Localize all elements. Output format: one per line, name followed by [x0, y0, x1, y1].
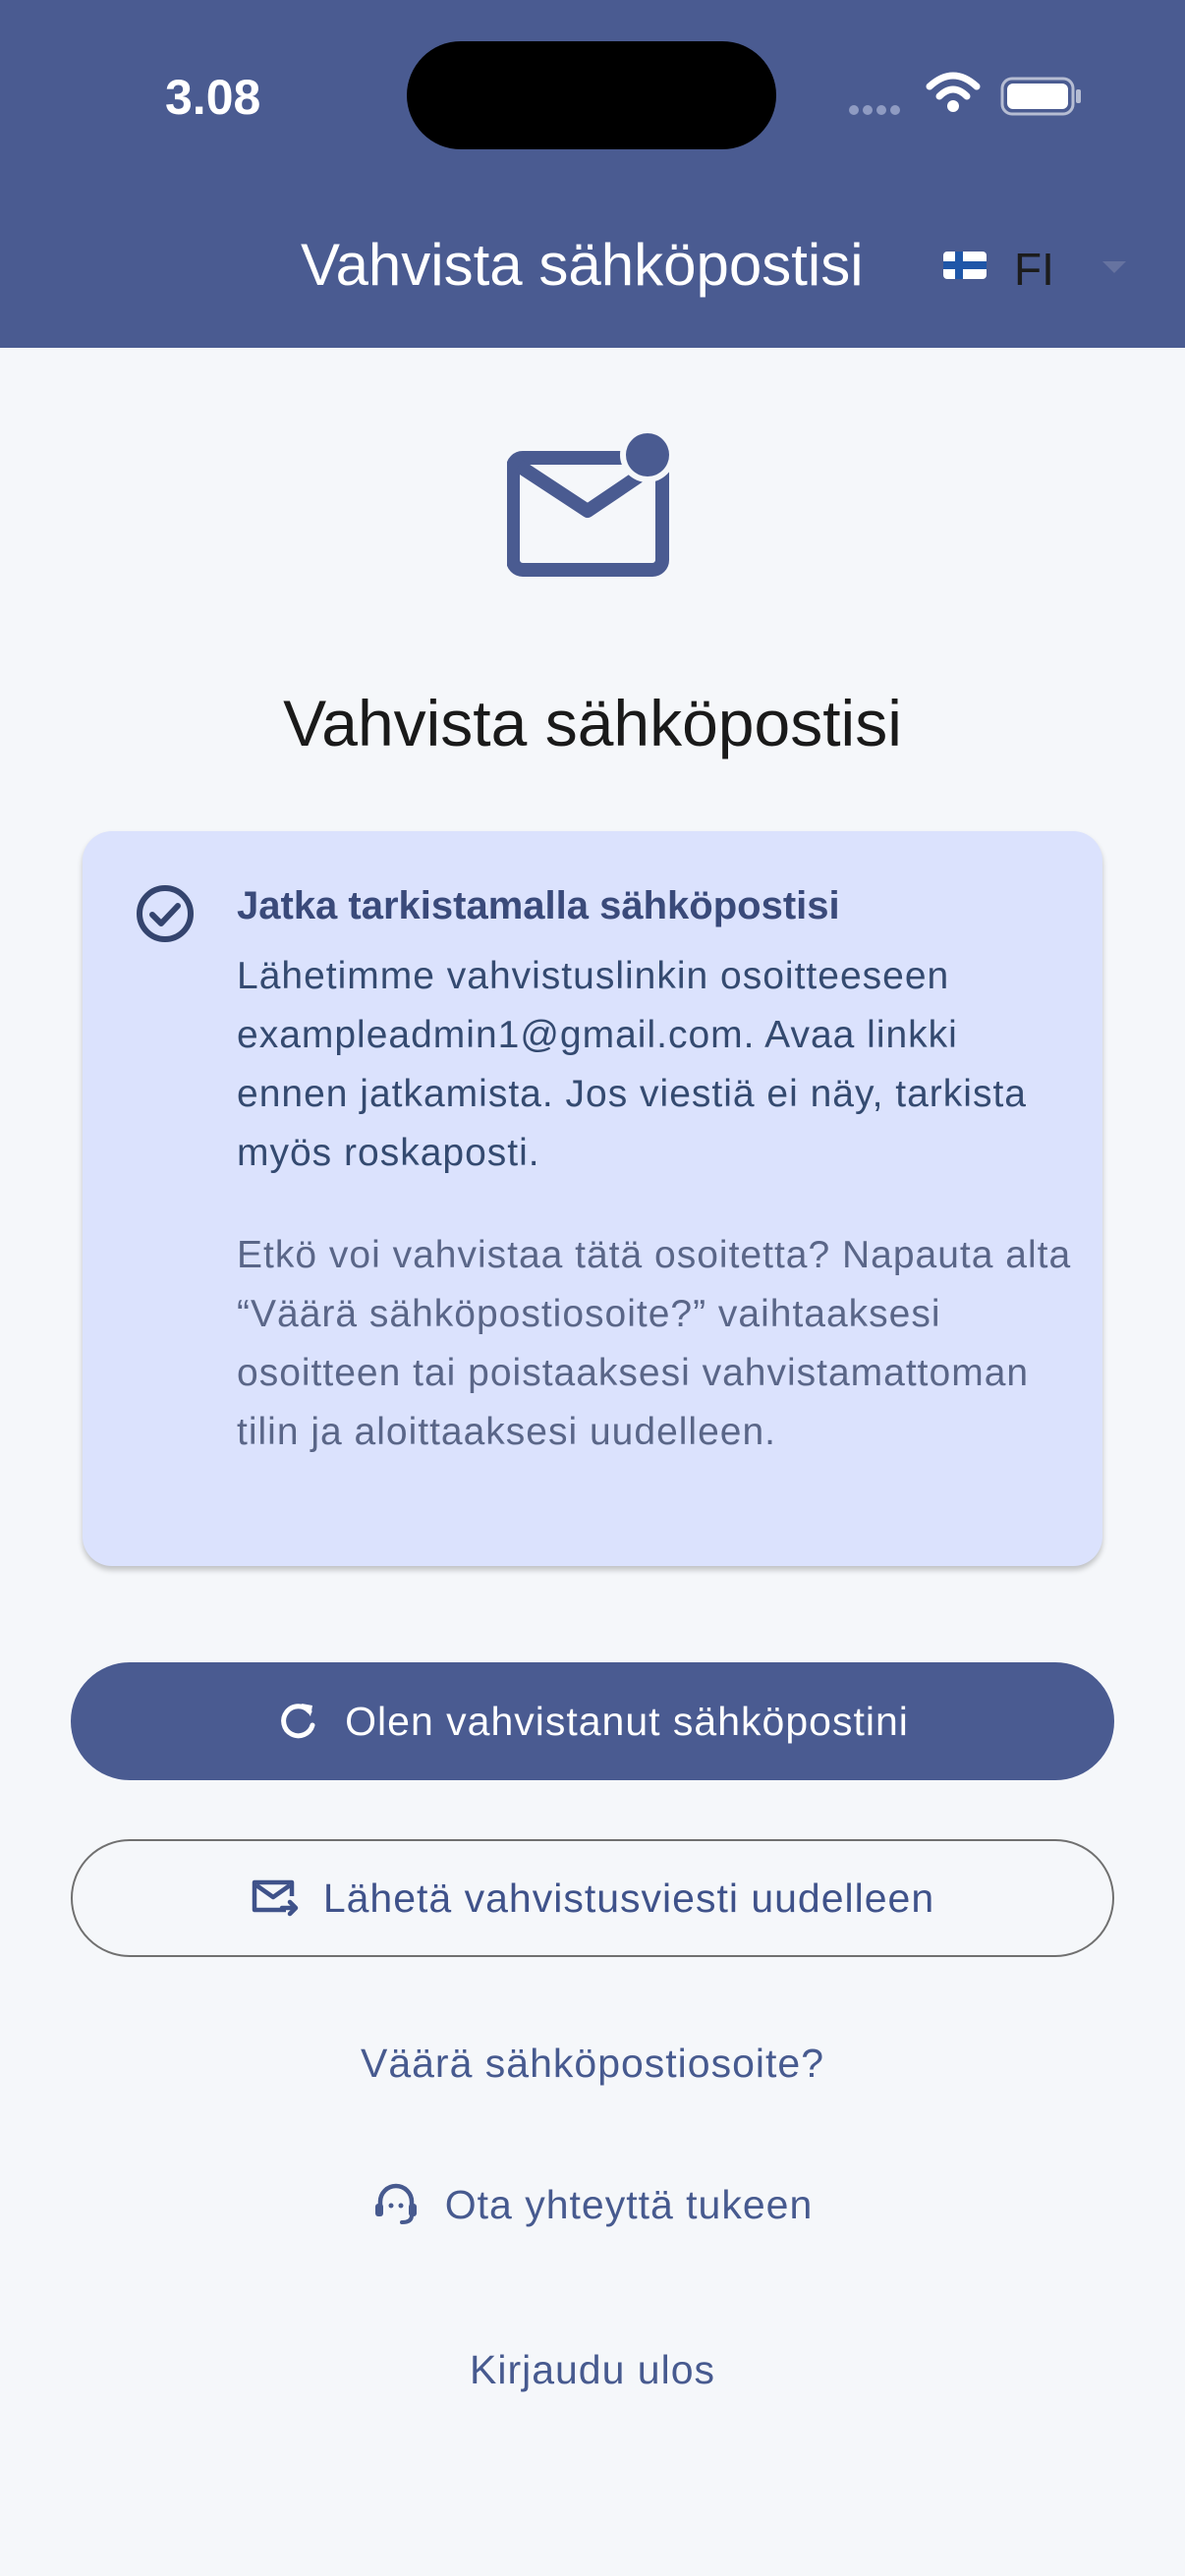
battery-icon: [1000, 77, 1081, 116]
wrong-email-link[interactable]: Väärä sähköpostiosoite?: [0, 2034, 1185, 2093]
language-code: FI: [1014, 244, 1054, 295]
page-title: Vahvista sähköpostisi: [283, 687, 902, 759]
card-secondary-text: Etkö voi vahvistaa tätä osoitetta? Napau…: [237, 1234, 1072, 1453]
check-circle-icon: [137, 885, 194, 942]
mail-notification-icon: [507, 428, 675, 577]
email-verified-button-label: Olen vahvistanut sähköpostini: [345, 1698, 909, 1744]
dynamic-island: [407, 41, 776, 149]
contact-support-label: Ota yhteyttä tukeen: [444, 2181, 814, 2227]
info-card: Jatka tarkistamalla sähköpostisi Lähetim…: [83, 831, 1102, 1566]
header-title: Vahvista sähköpostisi: [301, 232, 864, 298]
card-body-text: Lähetimme vahvistuslinkin osoitteeseen e…: [237, 955, 1027, 1174]
caret-down-icon: [1102, 261, 1126, 273]
finland-flag-icon: [943, 252, 987, 279]
mail-send-icon: [252, 1879, 299, 1917]
refresh-icon: [281, 1704, 315, 1739]
support-agent-icon: [374, 2183, 417, 2224]
resend-verification-button-label: Lähetä vahvistusviesti uudelleen: [322, 1875, 935, 1921]
status-time: 3.08: [165, 70, 261, 125]
contact-support-link[interactable]: Ota yhteyttä tukeen: [0, 2175, 1185, 2234]
logout-link[interactable]: Kirjaudu ulos: [0, 2340, 1185, 2399]
resend-verification-button[interactable]: Lähetä vahvistusviesti uudelleen: [71, 1839, 1114, 1957]
email-verified-button[interactable]: Olen vahvistanut sähköpostini: [71, 1662, 1114, 1780]
cellular-signal-icon: [849, 102, 904, 120]
wifi-icon: [926, 72, 981, 112]
card-heading: Jatka tarkistamalla sähköpostisi: [237, 884, 840, 927]
app-header: 3.08 Vahvista sähköpostisi FI: [0, 0, 1185, 348]
